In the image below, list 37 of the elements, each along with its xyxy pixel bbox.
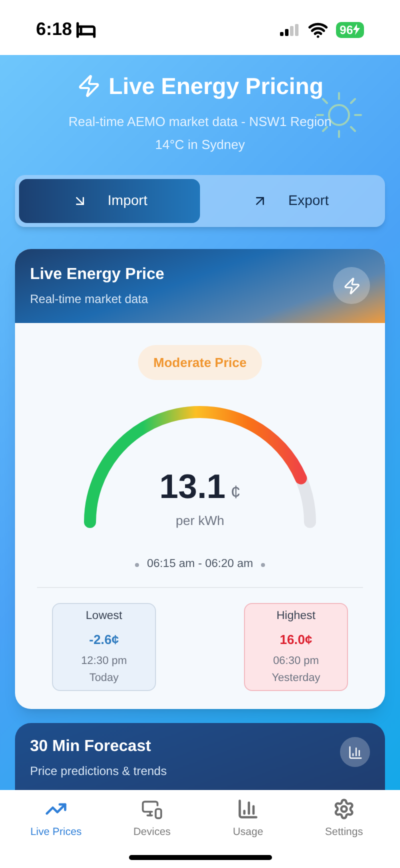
- signal-icon: [280, 24, 300, 36]
- page-subtitle: Real-time AEMO market data - NSW1 Region: [68, 112, 332, 131]
- charging-icon: [353, 24, 360, 35]
- forecast-title: 30 Min Forecast: [30, 737, 152, 758]
- price-unit: ¢: [230, 481, 241, 504]
- settings-icon: [333, 798, 355, 820]
- forecast-subtitle: Price predictions & trends: [30, 763, 167, 780]
- battery-level: 96: [336, 22, 364, 38]
- stat-value: 16.0¢: [280, 630, 312, 649]
- weather-text: 14°C in Sydney: [155, 136, 245, 154]
- price-value: 13.1: [159, 470, 226, 504]
- nav-tab[interactable]: Live Prices: [16, 798, 96, 841]
- stat-day: Yesterday: [272, 670, 320, 686]
- direction-tab[interactable]: Export: [200, 178, 381, 222]
- lightning-icon: [342, 276, 360, 294]
- stat-value: -2.6¢: [89, 630, 119, 649]
- stat-label: Lowest: [86, 609, 122, 624]
- stat-time: 12:30 pm: [81, 654, 127, 670]
- nav-tab[interactable]: Devices: [112, 798, 192, 841]
- card-subtitle: Real-time market data: [30, 291, 150, 308]
- devices-icon: [141, 798, 163, 820]
- bar-chart-icon: [348, 744, 362, 760]
- lightning-icon: [76, 74, 101, 98]
- card-title: Live Energy Price: [30, 265, 164, 285]
- direction-tab[interactable]: Import: [19, 178, 200, 222]
- price-level-badge: Moderate Price: [138, 344, 262, 380]
- bar-chart-icon: [237, 798, 259, 820]
- status-time: 6:18: [36, 18, 72, 41]
- price-per-unit: per kWh: [176, 512, 224, 530]
- nav-tab[interactable]: Usage: [208, 798, 288, 841]
- stat-day: Today: [89, 670, 119, 686]
- page-title: Live Energy Pricing: [108, 72, 324, 101]
- nav-tab[interactable]: Settings: [304, 798, 384, 841]
- stat-time: 06:30 pm: [273, 654, 319, 670]
- stat-label: Highest: [276, 609, 316, 624]
- bed-icon: [76, 20, 96, 40]
- price-interval: 06:15 am - 06:20 am: [146, 557, 254, 572]
